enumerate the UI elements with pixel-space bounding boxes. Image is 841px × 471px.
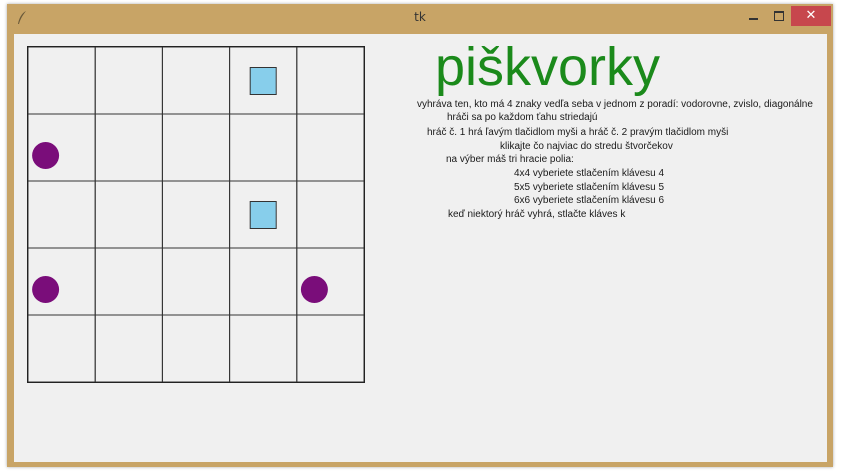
game-title: piškvorky <box>435 37 661 97</box>
board-cell[interactable] <box>94 113 163 182</box>
board-cell[interactable] <box>28 47 96 115</box>
board-cell[interactable] <box>296 180 364 249</box>
instruction-line-5: na výber máš tri hracie polia: <box>446 154 574 165</box>
board-cell[interactable] <box>94 314 163 382</box>
board-cell[interactable] <box>161 247 231 316</box>
minimize-button[interactable] <box>740 6 766 26</box>
board-cell[interactable] <box>94 247 163 316</box>
board-grid[interactable] <box>28 47 364 382</box>
board-cell[interactable] <box>229 113 298 182</box>
maximize-button[interactable] <box>766 6 792 26</box>
instruction-line-6: 4x4 vyberiete stlačením klávesu 4 <box>514 168 665 179</box>
board-cell[interactable] <box>161 47 231 115</box>
player2-square-piece <box>249 201 277 229</box>
instruction-line-2: hráči sa po každom ťahu striedajú <box>447 112 598 123</box>
board-cell[interactable] <box>28 180 96 249</box>
instruction-line-4: klikajte čo najviac do stredu štvorčekov <box>500 141 673 152</box>
board-cell[interactable] <box>229 314 298 382</box>
player1-circle-piece <box>32 276 60 303</box>
instruction-line-8: 6x6 vyberiete stlačením klávesu 6 <box>514 195 665 206</box>
board-cell[interactable] <box>161 180 231 249</box>
board-cell[interactable] <box>28 314 96 382</box>
board-cell[interactable] <box>296 113 364 182</box>
instruction-line-1: vyhráva ten, kto má 4 znaky vedľa seba v… <box>417 99 813 110</box>
board-cell[interactable] <box>94 47 163 115</box>
instruction-line-7: 5x5 vyberiete stlačením klávesu 5 <box>514 182 665 193</box>
close-icon: ✕ <box>805 8 817 23</box>
player1-circle-piece <box>300 276 328 303</box>
board-cell[interactable] <box>94 180 163 249</box>
board-cell[interactable] <box>296 47 364 115</box>
board-cell[interactable] <box>161 113 231 182</box>
game-board[interactable] <box>27 46 365 383</box>
board-cell[interactable] <box>229 247 298 316</box>
window-title: tk <box>414 10 426 24</box>
canvas-area[interactable]: piškvorky vyhráva ten, kto má 4 znaky ve… <box>14 34 827 462</box>
board-cell[interactable] <box>296 314 364 382</box>
app-window: tk ✕ piškvorky vyhráva ten, kto má 4 zna… <box>7 4 833 467</box>
board-cell[interactable] <box>161 314 231 382</box>
player2-square-piece <box>249 67 277 95</box>
title-bar[interactable]: tk ✕ <box>7 4 833 32</box>
close-button[interactable]: ✕ <box>791 6 831 26</box>
player1-circle-piece <box>32 142 60 169</box>
instruction-line-9: keď niektorý hráč vyhrá, stlačte kláves … <box>448 209 626 220</box>
instruction-line-3: hráč č. 1 hrá ľavým tlačidlom myši a hrá… <box>427 127 729 138</box>
